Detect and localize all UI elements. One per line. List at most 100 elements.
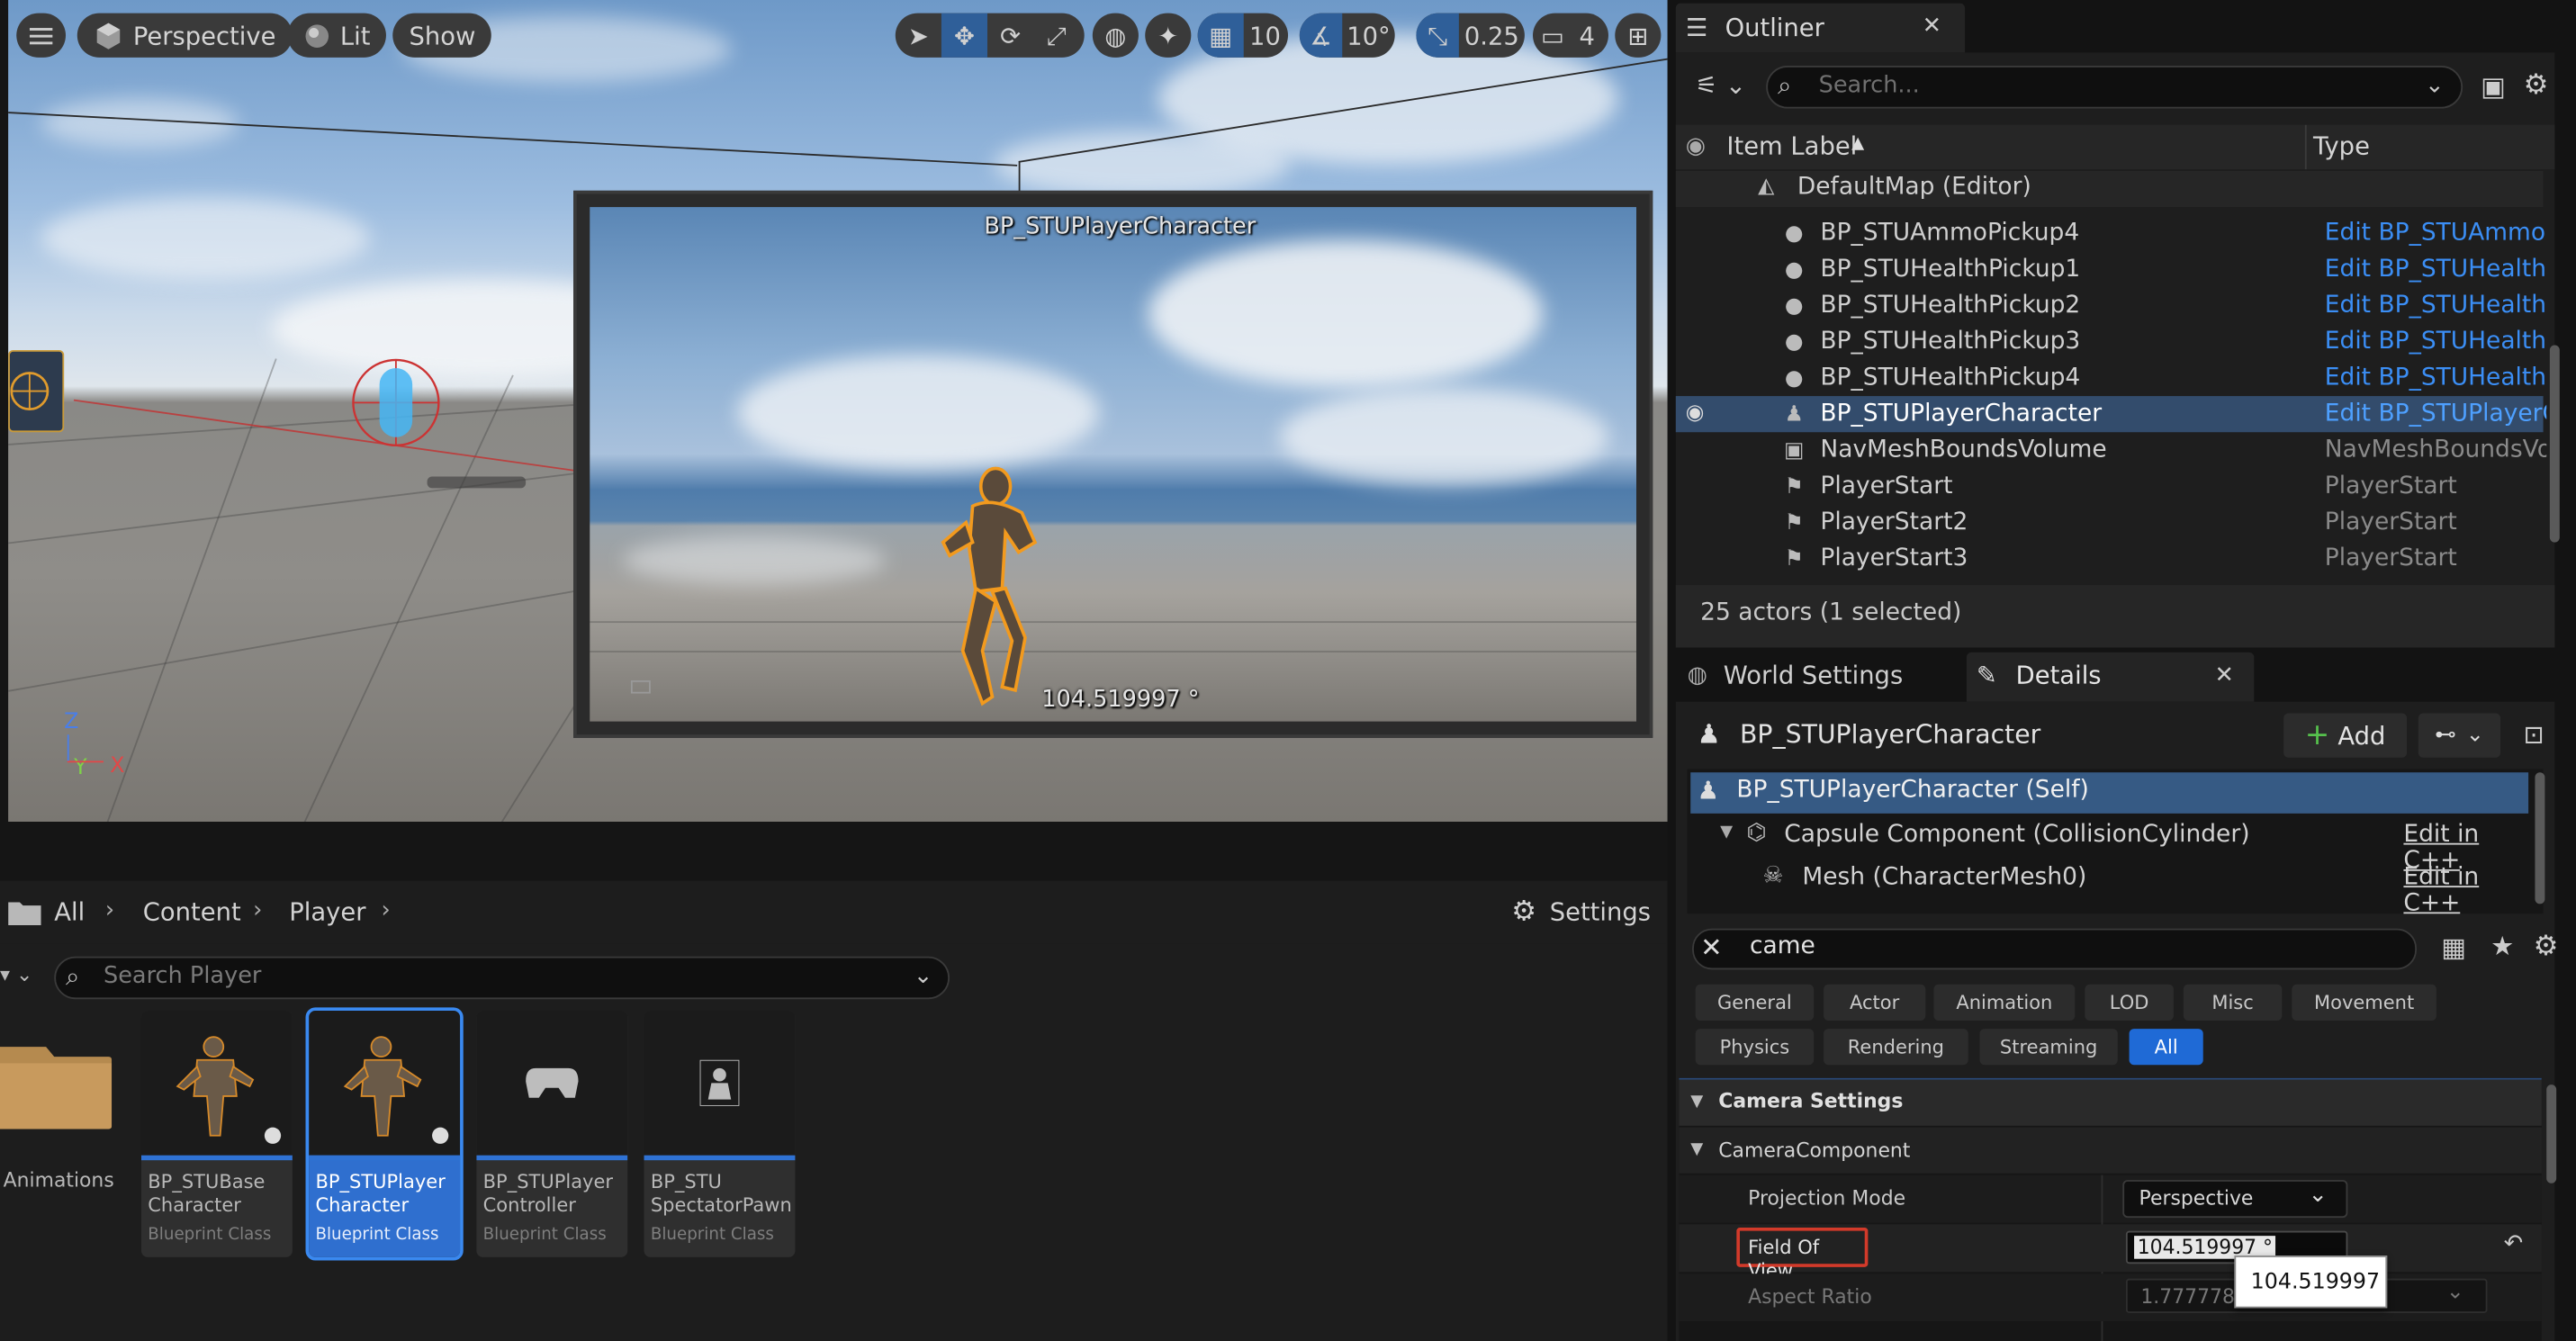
outliner-row[interactable]: ◉ ♟ BP_STUPlayerCharacter Edit BP_STUPlayer… <box>1675 396 2546 433</box>
outliner-row[interactable]: ▣ NavMeshBoundsVolume NavMeshBoundsVol <box>1676 432 2546 468</box>
asset-card-spectator-pawn[interactable]: BP_STU SpectatorPawn Blueprint Class <box>644 1010 796 1257</box>
scale-tool-icon[interactable]: ⤢ <box>1033 14 1079 58</box>
camera-speed-group[interactable]: ▭ 4 <box>1533 13 1608 58</box>
table-view-icon[interactable]: ▦ <box>2441 932 2466 963</box>
asset-card-player-controller[interactable]: BP_STUPlayer Controller Blueprint Class <box>476 1010 628 1257</box>
show-button[interactable]: Show <box>392 13 492 58</box>
outliner-row[interactable]: ● BP_STUHealthPickup1 Edit BP_STUHealthF <box>1676 251 2546 287</box>
component-mesh-row[interactable]: ☠ Mesh (CharacterMesh0) Edit in C++ <box>1690 860 2528 917</box>
outliner-scrollbar[interactable] <box>2549 345 2560 543</box>
expand-arrow-icon[interactable]: ▼ <box>1720 824 1733 842</box>
property-search-input[interactable]: came <box>1750 933 1815 959</box>
settings-button[interactable]: ⚙ Settings <box>1511 896 1651 929</box>
grid-snap-group[interactable]: ▦ 10 <box>1197 13 1289 58</box>
outliner-row[interactable]: ● BP_STUHealthPickup3 Edit BP_STUHealthF <box>1676 324 2546 360</box>
asset-type: Blueprint Class <box>315 1226 439 1245</box>
gear-icon[interactable]: ⚙ <box>2534 931 2559 964</box>
player-start-actor[interactable] <box>8 349 65 433</box>
perspective-button[interactable]: Perspective <box>77 13 293 58</box>
lock-icon[interactable]: ⊡ <box>2524 720 2544 750</box>
world-local-toggle[interactable]: ◍ <box>1092 13 1139 58</box>
show-label: Show <box>409 20 476 50</box>
edit-in-cpp-link[interactable]: Edit in C++ <box>2403 864 2528 916</box>
reset-to-default-icon[interactable]: ↶ <box>2504 1231 2523 1257</box>
outliner-row-type[interactable]: Edit BP_STUHealthF <box>2325 364 2546 391</box>
selected-capsule-actor[interactable] <box>348 358 444 450</box>
column-type[interactable]: Type <box>2313 131 2370 161</box>
filter-general[interactable]: General <box>1695 984 1815 1021</box>
filter-animation[interactable]: Animation <box>1933 984 2076 1021</box>
search-player-input[interactable]: Search Player <box>104 963 261 989</box>
asset-card-base-character[interactable]: BP_STUBase Character Blueprint Class <box>140 1010 293 1257</box>
component-self-row[interactable]: ♟ BP_STUPlayerCharacter (Self) <box>1690 772 2529 814</box>
details-tab[interactable]: ✎ Details ✕ <box>1966 652 2255 702</box>
scale-snap-icon: ⤡ <box>1416 13 1459 58</box>
outliner-row-type: PlayerStart <box>2324 545 2457 572</box>
outliner-row[interactable]: ● BP_STUHealthPickup4 Edit BP_STUHealthF <box>1676 360 2546 396</box>
eye-icon[interactable]: ◉ <box>1686 133 1706 159</box>
filter-all[interactable]: All <box>2129 1029 2203 1066</box>
angle-snap-group[interactable]: ∡ 10° <box>1299 13 1395 58</box>
chevron-down-icon[interactable]: ⌄ <box>914 963 932 989</box>
eye-icon[interactable]: ◉ <box>1686 401 1705 426</box>
gear-icon[interactable]: ⚙ <box>2524 69 2549 103</box>
outliner-row[interactable]: ⚑ PlayerStart PlayerStart <box>1676 468 2544 504</box>
folder-icon[interactable] <box>8 899 41 926</box>
volume-icon: ▣ <box>1783 437 1805 464</box>
filter-lod[interactable]: LOD <box>2085 984 2174 1021</box>
section-camera-settings[interactable]: ▼ Camera Settings <box>1679 1079 2542 1126</box>
move-tool-icon[interactable]: ✥ <box>941 13 988 58</box>
filter-misc[interactable]: Misc <box>2183 984 2283 1021</box>
clear-search-icon[interactable]: ✕ <box>1700 932 1722 963</box>
outliner-row[interactable]: ⚑ PlayerStart3 PlayerStart <box>1676 541 2544 577</box>
section-camera-component[interactable]: ▼ CameraComponent <box>1679 1127 2542 1174</box>
components-scrollbar[interactable] <box>2535 772 2545 904</box>
filter-streaming[interactable]: Streaming <box>1979 1029 2118 1066</box>
outliner-row-type[interactable]: Edit BP_STUAmmoF <box>2325 220 2546 247</box>
search-player-box[interactable]: ⌕ Search Player ⌄ <box>54 956 950 1000</box>
blueprint-options-button[interactable]: ⊷ ⌄ <box>2418 713 2501 758</box>
breadcrumb-player[interactable]: Player <box>289 897 365 927</box>
outliner-search-box[interactable]: ⌕ Search... ⌄ <box>1766 66 2463 109</box>
outliner-row[interactable]: ● BP_STUHealthPickup2 Edit BP_STUHealthF <box>1676 288 2546 324</box>
column-item-label[interactable]: Item Label <box>1726 131 1857 161</box>
outliner-row[interactable]: ⚑ PlayerStart2 PlayerStart <box>1676 505 2544 541</box>
viewport-menu-button[interactable] <box>16 13 67 58</box>
surface-snap-button[interactable]: ✦ <box>1145 13 1192 58</box>
scale-snap-group[interactable]: ⤡ 0.25 <box>1416 13 1525 58</box>
close-icon[interactable]: ✕ <box>1923 14 1941 40</box>
outliner-filter-icon[interactable]: ⚟ ⌄ <box>1696 71 1746 101</box>
outliner-row-type[interactable]: Edit BP_STUPlayerC <box>2325 401 2546 428</box>
outliner-row-type[interactable]: Edit BP_STUHealthF <box>2325 292 2546 319</box>
add-folder-icon[interactable]: ▣ <box>2481 71 2506 103</box>
filter-physics[interactable]: Physics <box>1695 1029 1815 1066</box>
star-icon[interactable]: ★ <box>2490 931 2514 962</box>
outliner-row[interactable]: ● BP_STUAmmoPickup4 Edit BP_STUAmmoF <box>1676 215 2546 251</box>
outliner-tab[interactable]: ☰ Outliner ✕ <box>1675 3 1966 53</box>
add-component-button[interactable]: + Add <box>2283 713 2408 758</box>
outliner-row-type[interactable]: Edit BP_STUHealthF <box>2325 328 2546 355</box>
world-settings-tab[interactable]: ◍ World Settings <box>1676 652 1965 702</box>
outliner-row-type[interactable]: Edit BP_STUHealthF <box>2325 256 2546 283</box>
component-capsule-row[interactable]: ▼ ⌬ Capsule Component (CollisionCylinder… <box>1690 817 2528 874</box>
folder-tile-animations[interactable] <box>0 1037 113 1136</box>
filter-actor[interactable]: Actor <box>1824 984 1926 1021</box>
close-icon[interactable]: ✕ <box>2215 662 2234 688</box>
filter-dropdown-icon[interactable]: ▾ ⌄ <box>0 963 32 986</box>
property-search-box[interactable]: ✕ came <box>1692 928 2418 970</box>
select-tool-icon[interactable]: ➤ <box>896 14 941 58</box>
chevron-down-icon[interactable]: ⌄ <box>2425 72 2444 98</box>
asset-card-player-character[interactable]: BP_STUPlayer Character Blueprint Class <box>305 1007 464 1261</box>
filter-movement[interactable]: Movement <box>2292 984 2436 1021</box>
level-viewport[interactable]: Z Y X Perspective Lit Show ➤ ✥ ⟳ ⤢ ◍ ✦ ▦… <box>8 0 1668 822</box>
viewport-layout-button[interactable]: ⊞ <box>1615 13 1662 58</box>
lit-button[interactable]: Lit <box>287 13 387 58</box>
outliner-search-input[interactable]: Search... <box>1819 72 1920 98</box>
breadcrumb-content[interactable]: Content <box>143 897 241 927</box>
breadcrumb-all[interactable]: All <box>54 897 85 927</box>
filter-rendering[interactable]: Rendering <box>1824 1029 1968 1066</box>
projection-mode-dropdown[interactable]: Perspective ⌄ <box>2122 1180 2348 1219</box>
map-row[interactable]: ◭ DefaultMap (Editor) <box>1675 170 2544 208</box>
rotate-tool-icon[interactable]: ⟳ <box>987 14 1033 58</box>
details-scrollbar[interactable] <box>2546 1084 2557 1184</box>
